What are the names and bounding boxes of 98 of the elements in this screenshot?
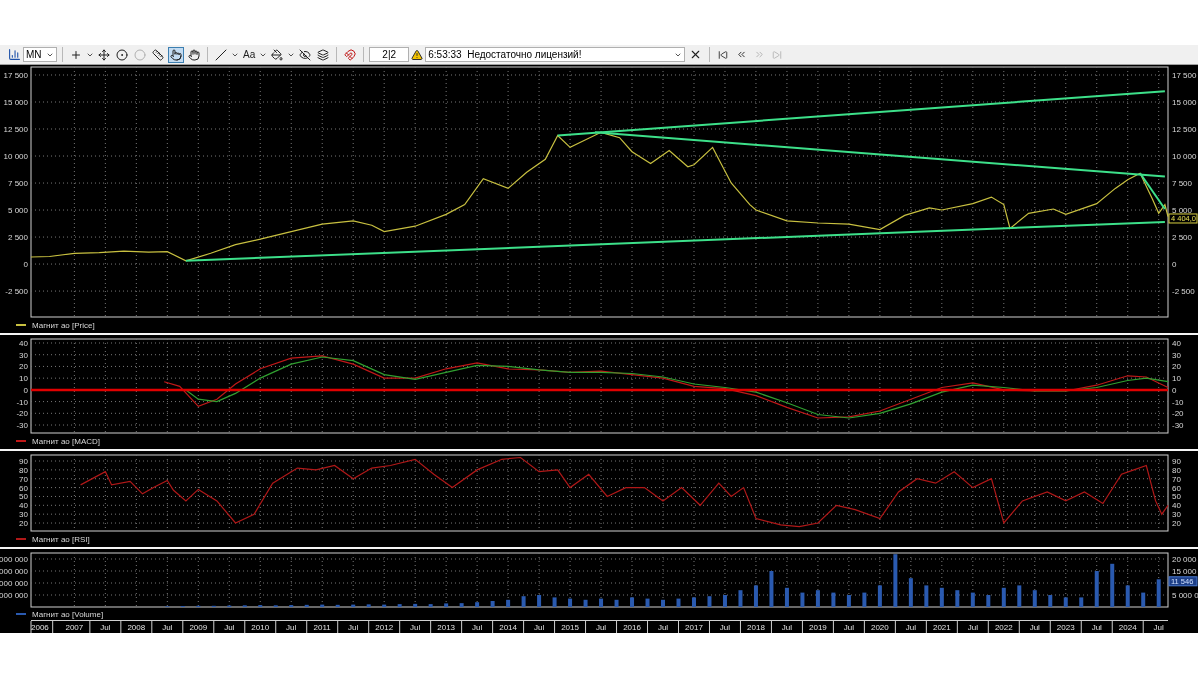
time-axis-label: 2017 — [685, 623, 703, 632]
axis-label: 90 — [19, 457, 28, 466]
axis-label: 7 500 — [1172, 179, 1193, 189]
axis-label: 40 — [19, 339, 28, 348]
time-axis-label: 2021 — [932, 623, 951, 632]
time-axis-label: 2010 — [251, 623, 270, 632]
axis-label: 60 — [1172, 483, 1181, 493]
time-axis-label: 2024 — [1118, 623, 1137, 632]
time-axis-label: 2014 — [499, 623, 517, 632]
axis-label: 80 — [19, 465, 28, 475]
time-axis-label: 2008 — [127, 623, 146, 632]
axis-label: 50 — [19, 492, 28, 502]
axis-label: 17 500 — [1172, 71, 1197, 80]
time-axis-label: Jul — [905, 623, 916, 632]
axis-label: 000 000 — [0, 555, 28, 564]
axis-label: 10 — [1172, 374, 1181, 384]
time-axis-label: Jul — [472, 623, 483, 632]
time-axis-label: 2015 — [561, 623, 579, 632]
axis-label: 0 — [1172, 260, 1177, 270]
time-axis-label: Jul — [1029, 623, 1040, 632]
axis-label: 2 500 — [1172, 233, 1193, 243]
axis-label: 10 000 — [3, 152, 28, 161]
axis-label: 30 — [1172, 510, 1181, 520]
axis-label: 0 — [1172, 385, 1177, 395]
time-axis-label: 2006 — [31, 623, 49, 632]
axis-label: 0 — [23, 260, 28, 270]
axis-label: 10 000 — [1172, 152, 1197, 161]
time-axis-label: Jul — [348, 623, 359, 632]
legend-label: Магнит ао [MACD] — [32, 436, 100, 446]
time-axis-label: Jul — [224, 623, 235, 632]
axis-label: 30 — [19, 350, 28, 360]
time-axis-label: Jul — [533, 623, 545, 632]
time-axis-label: 2023 — [1056, 623, 1075, 632]
time-axis-label: 2020 — [871, 623, 889, 632]
axis-label: 70 — [1172, 474, 1181, 484]
time-axis-label: 2022 — [994, 623, 1013, 632]
axis-label: 15 000 — [1172, 567, 1197, 576]
axis-label: 000 000 — [0, 579, 28, 588]
time-axis-label: 2007 — [65, 623, 84, 632]
axis-label: 20 — [19, 519, 28, 529]
axis-label: 50 — [1172, 492, 1181, 502]
axis-label: 000 000 — [0, 567, 28, 576]
axis-label: 5 000 0 — [1172, 591, 1198, 600]
axis-label: 20 — [1172, 362, 1181, 372]
axis-label: -2 500 — [5, 287, 28, 297]
axis-label: -20 — [16, 409, 28, 419]
legend-label: Магнит ао [Volume] — [32, 610, 104, 619]
axis-label: 40 — [1172, 339, 1181, 348]
axis-label: 000 000 — [0, 591, 28, 600]
time-axis-label: Jul — [657, 623, 669, 632]
legend-label: Магнит ао [Price] — [32, 320, 95, 330]
time-axis-label: 2016 — [623, 623, 641, 632]
axis-label: 60 — [19, 483, 28, 493]
axis-label: 17 500 — [3, 71, 28, 80]
axis-label: 15 000 — [3, 98, 28, 107]
axis-label: 20 000 — [1172, 555, 1197, 564]
time-axis-label: 2011 — [313, 623, 331, 632]
axis-label: 30 — [1172, 350, 1181, 360]
axis-label: 70 — [19, 474, 28, 484]
time-axis-label: Jul — [1091, 623, 1102, 632]
axis-label: -10 — [1172, 397, 1184, 407]
axis-label: 10 — [19, 374, 28, 384]
axis-label: 20 — [19, 362, 28, 372]
time-axis-label: 2013 — [437, 623, 456, 632]
time-axis-label: 2009 — [189, 623, 208, 632]
axis-label: 30 — [19, 510, 28, 520]
legend-label: Магнит ао [RSI] — [32, 534, 90, 544]
time-axis-label: Jul — [595, 623, 607, 632]
axis-label: 90 — [1172, 457, 1181, 466]
axis-label: -20 — [1172, 409, 1184, 419]
axis-label: 2 500 — [7, 233, 28, 243]
axis-label: 40 — [1172, 501, 1181, 511]
time-axis-label: Jul — [286, 623, 297, 632]
axis-label: -30 — [16, 421, 28, 431]
time-axis-label: 2012 — [375, 623, 394, 632]
axis-label: 12 500 — [3, 125, 28, 134]
time-axis-label: Jul — [843, 623, 854, 632]
axis-label: 40 — [19, 501, 28, 511]
time-axis-label: Jul — [410, 623, 421, 632]
axis-label: 80 — [1172, 465, 1181, 475]
axis-label: 20 — [1172, 519, 1181, 529]
time-axis-label: Jul — [162, 623, 173, 632]
time-axis-label: 2019 — [809, 623, 827, 632]
axis-label: -30 — [1172, 421, 1184, 431]
time-axis-label: Jul — [100, 623, 111, 632]
time-axis-label: 2018 — [747, 623, 765, 632]
axis-label: 5 000 — [1172, 206, 1193, 216]
axis-label: 12 500 — [1172, 125, 1197, 134]
axis-label: 7 500 — [7, 179, 28, 189]
axis-label: 15 000 — [1172, 98, 1197, 107]
axis-label: 0 — [23, 385, 28, 395]
axis-label: 5 000 — [7, 206, 28, 216]
axis-label: -2 500 — [1172, 287, 1195, 297]
time-axis-label: Jul — [967, 623, 978, 632]
time-axis-label: Jul — [719, 623, 731, 632]
time-axis-label: Jul — [781, 623, 793, 632]
time-axis-label: Jul — [1153, 623, 1164, 632]
axis-label: -10 — [16, 397, 28, 407]
